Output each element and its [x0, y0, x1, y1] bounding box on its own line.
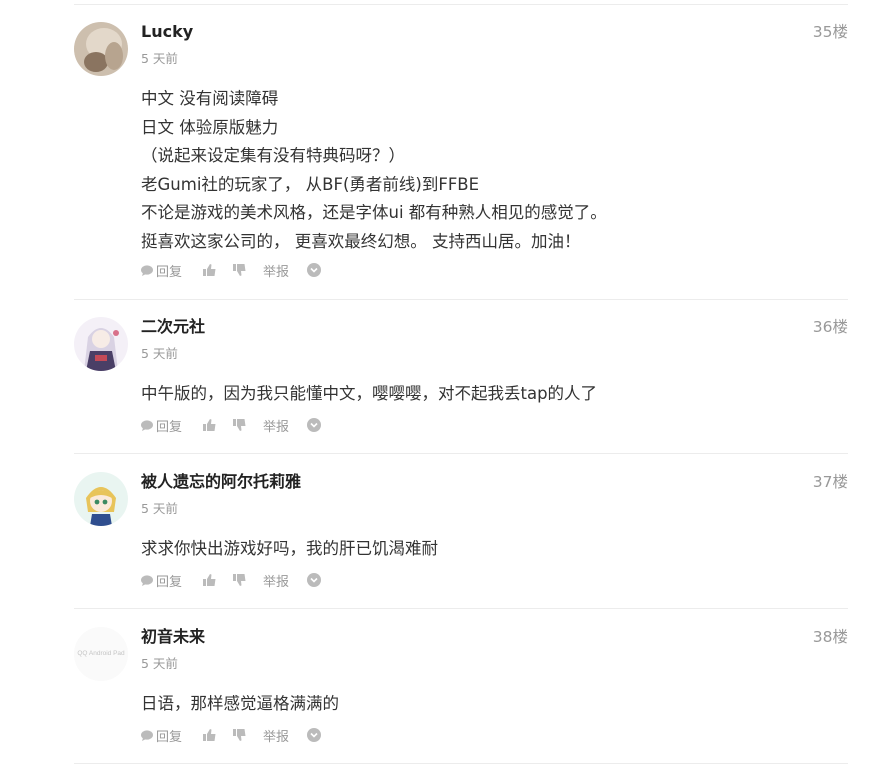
comment-item: Lucky 5 天前 35楼 中文 没有阅读障碍 日文 体验原版魅力 （说起来设… [74, 22, 848, 284]
comment-line: 求求你快出游戏好吗，我的肝已饥渴难耐 [141, 539, 438, 558]
timestamp: 5 天前 [141, 346, 178, 361]
floor-number: 38楼 [812, 628, 848, 646]
user-avatar[interactable] [74, 472, 128, 526]
comment-text: 中文 没有阅读障碍 日文 体验原版魅力 （说起来设定集有没有特典码呀？） 老Gu… [141, 85, 607, 256]
reply-button[interactable]: 回复 [141, 417, 183, 435]
chevron-down-circle-icon [307, 418, 321, 432]
more-button[interactable] [307, 262, 321, 278]
reply-label: 回复 [156, 264, 183, 280]
like-button[interactable] [203, 572, 216, 588]
timestamp: 5 天前 [141, 656, 178, 671]
avatar-caption: QQ Android Pad [77, 650, 125, 657]
report-button[interactable]: 举报 [263, 262, 290, 280]
comment-text: 求求你快出游戏好吗，我的肝已饥渴难耐 [141, 535, 438, 564]
dislike-button[interactable] [233, 572, 246, 588]
like-button[interactable] [203, 727, 216, 743]
floor-number: 35楼 [812, 23, 848, 41]
thumbs-up-icon [203, 264, 216, 276]
user-avatar[interactable] [74, 22, 128, 76]
thumbs-down-icon [233, 264, 246, 276]
comment-item: 被人遗忘的阿尔托莉雅 5 天前 37楼 求求你快出游戏好吗，我的肝已饥渴难耐 回… [74, 472, 848, 602]
comment-line: 中文 没有阅读障碍 [141, 89, 279, 108]
comment-bubble-icon [141, 264, 153, 276]
timestamp: 5 天前 [141, 501, 178, 516]
report-button[interactable]: 举报 [263, 417, 290, 435]
comment-text: 中午版的，因为我只能懂中文，嘤嘤嘤，对不起我丢tap的人了 [141, 380, 597, 409]
reply-button[interactable]: 回复 [141, 262, 183, 280]
more-button[interactable] [307, 572, 321, 588]
comment-text: 日语，那样感觉逼格满满的 [141, 690, 339, 719]
report-label: 举报 [263, 729, 290, 745]
divider [74, 453, 848, 454]
dislike-button[interactable] [233, 417, 246, 433]
author-name[interactable]: 二次元社 [141, 317, 205, 337]
like-button[interactable] [203, 417, 216, 433]
user-avatar[interactable]: QQ Android Pad [74, 627, 128, 681]
comment-line: 日文 体验原版魅力 [141, 117, 279, 137]
comment-line: 中午版的，因为我只能懂中文，嘤嘤嘤，对不起我丢tap的人了 [141, 384, 598, 403]
chevron-down-circle-icon [307, 573, 321, 587]
like-button[interactable] [203, 262, 216, 278]
comment-line: 挺喜欢这家公司的， 更喜欢最终幻想。 支持西山居。加油！ [141, 231, 581, 251]
comment-item: QQ Android Pad 初音未来 5 天前 38楼 日语，那样感觉逼格满满… [74, 627, 848, 757]
dislike-button[interactable] [233, 262, 246, 278]
comment-line: 日语，那样感觉逼格满满的 [141, 694, 339, 713]
comment-line: 老Gumi社的玩家了， 从BF(勇者前线)到FFBE [141, 174, 480, 194]
more-button[interactable] [307, 417, 321, 433]
comment-bubble-icon [141, 729, 153, 741]
comment-bubble-icon [141, 574, 153, 586]
floor-number: 37楼 [812, 473, 848, 491]
dislike-button[interactable] [233, 727, 246, 743]
floor-number: 36楼 [812, 318, 848, 336]
reply-label: 回复 [156, 419, 183, 435]
reply-label: 回复 [156, 729, 183, 745]
thumbs-up-icon [203, 419, 216, 431]
report-label: 举报 [263, 574, 290, 590]
divider [74, 608, 848, 609]
report-label: 举报 [263, 264, 290, 280]
author-name[interactable]: 初音未来 [141, 627, 205, 647]
author-name[interactable]: Lucky [141, 22, 193, 42]
thumbs-down-icon [233, 419, 246, 431]
divider [74, 763, 848, 764]
reply-label: 回复 [156, 574, 183, 590]
reply-button[interactable]: 回复 [141, 572, 183, 590]
author-name[interactable]: 被人遗忘的阿尔托莉雅 [141, 472, 301, 492]
divider [74, 299, 848, 300]
comment-line: 不论是游戏的美术风格，还是字体ui 都有种熟人相见的感觉了。 [141, 203, 607, 222]
reply-button[interactable]: 回复 [141, 727, 183, 745]
thumbs-down-icon [233, 574, 246, 586]
user-avatar[interactable] [74, 317, 128, 371]
thumbs-up-icon [203, 574, 216, 586]
thumbs-up-icon [203, 729, 216, 741]
report-button[interactable]: 举报 [263, 572, 290, 590]
comment-line: （说起来设定集有没有特典码呀？） [141, 146, 405, 165]
report-label: 举报 [263, 419, 290, 435]
timestamp: 5 天前 [141, 51, 178, 66]
comment-item: 二次元社 5 天前 36楼 中午版的，因为我只能懂中文，嘤嘤嘤，对不起我丢tap… [74, 317, 848, 447]
comment-list: Lucky 5 天前 35楼 中文 没有阅读障碍 日文 体验原版魅力 （说起来设… [0, 0, 884, 767]
comment-bubble-icon [141, 419, 153, 431]
more-button[interactable] [307, 727, 321, 743]
thumbs-down-icon [233, 729, 246, 741]
divider [74, 4, 848, 5]
chevron-down-circle-icon [307, 263, 321, 277]
chevron-down-circle-icon [307, 728, 321, 742]
report-button[interactable]: 举报 [263, 727, 290, 745]
